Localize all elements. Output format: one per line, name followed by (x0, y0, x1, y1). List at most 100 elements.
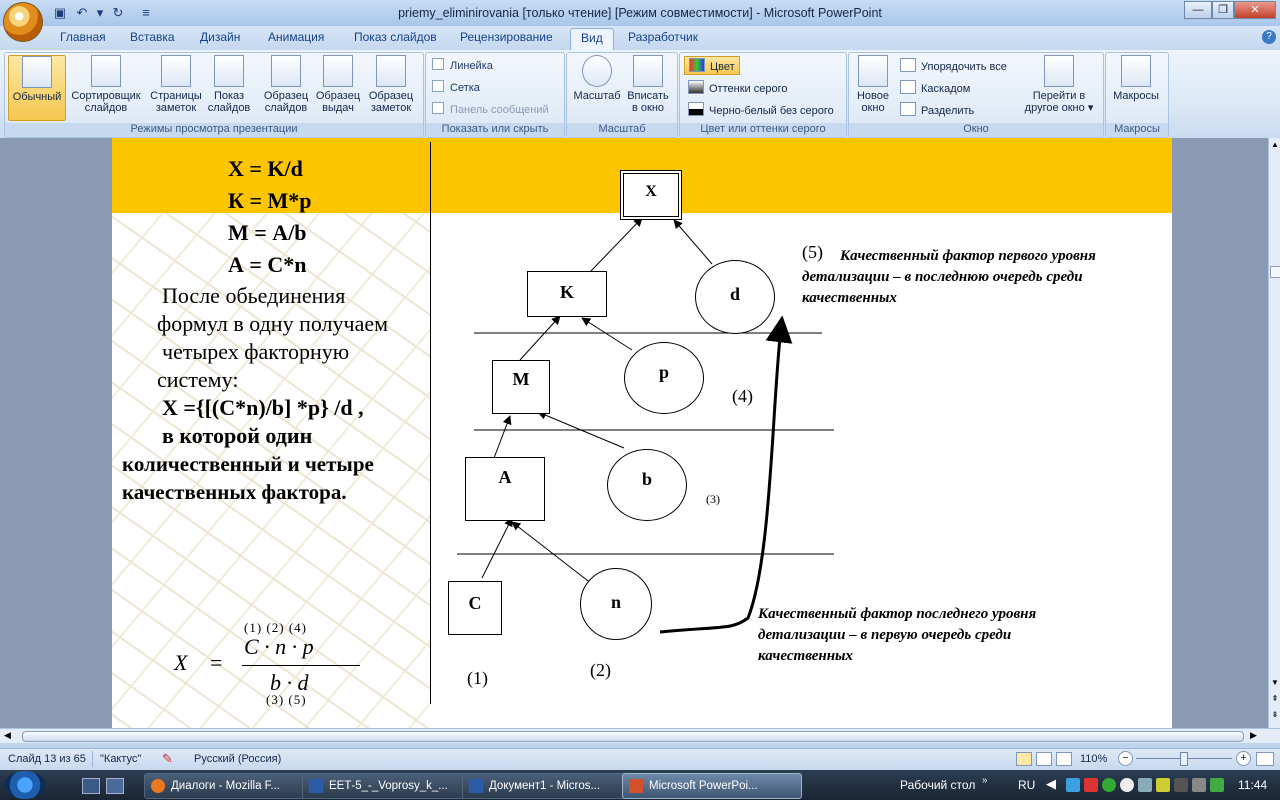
new-window-label-1: Новое (856, 90, 890, 102)
tab-insert[interactable]: Вставка (130, 30, 175, 48)
slide-master-button[interactable]: Образец слайдов (260, 55, 312, 114)
scroll-down-icon[interactable]: ▼ (1270, 678, 1280, 688)
scroll-left-icon[interactable]: ◀ (4, 730, 11, 741)
notes-page-label-2: заметок (155, 102, 197, 114)
switch-window-icon (1044, 55, 1074, 87)
notes-page-button[interactable]: Страницы заметок (148, 55, 204, 114)
scroll-right-icon[interactable]: ▶ (1250, 730, 1257, 741)
tray-power-icon[interactable] (1192, 778, 1206, 792)
split-button[interactable]: Разделить (900, 102, 974, 117)
grayscale-button[interactable]: Оттенки серого (688, 80, 787, 95)
tray-update-icon[interactable] (1102, 778, 1116, 792)
new-window-icon (858, 55, 888, 87)
zoom-out-icon[interactable]: − (1118, 751, 1133, 766)
tab-developer[interactable]: Разработчик (628, 30, 698, 48)
zoom-slider-thumb[interactable] (1180, 752, 1188, 766)
normal-view-status-icon[interactable] (1016, 752, 1032, 766)
tray-folder-icon[interactable] (1156, 778, 1170, 792)
tab-design[interactable]: Дизайн (200, 30, 240, 48)
tray-expand-icon[interactable]: ◀ (1046, 776, 1056, 792)
horizontal-scrollbar[interactable]: ◀ ▶ (0, 728, 1280, 743)
next-slide-icon[interactable]: ⇟ (1270, 710, 1280, 720)
group-color-label: Цвет или оттенки серого (680, 123, 846, 137)
taskbar-item-word-2[interactable]: Документ1 - Micros... (462, 773, 642, 799)
cascade-button[interactable]: Каскадом (900, 80, 970, 95)
tab-view[interactable]: Вид (570, 28, 614, 51)
black-white-button[interactable]: Черно-белый без серого (688, 102, 834, 117)
notes-master-label-1: Образец (368, 90, 414, 102)
tray-app-icon[interactable] (1138, 778, 1152, 792)
tray-volume-icon[interactable] (1174, 778, 1188, 792)
message-bar-checkbox-box (432, 102, 444, 114)
vertical-scrollbar[interactable]: ▲ ▼ ⇞ ⇟ (1268, 138, 1280, 728)
taskbar-item-powerpoint[interactable]: Microsoft PowerPoi... (622, 773, 802, 799)
tray-antivirus-icon[interactable] (1084, 778, 1098, 792)
zoom-level[interactable]: 110% (1080, 753, 1107, 765)
office-button[interactable] (3, 2, 43, 42)
taskbar-item-firefox[interactable]: Диалоги - Mozilla F... (144, 773, 322, 799)
language-indicator[interactable]: Русский (Россия) (194, 753, 281, 765)
message-bar-checkbox[interactable]: Панель сообщений (432, 102, 549, 116)
grayscale-label: Оттенки серого (709, 83, 788, 95)
slideshow-button[interactable]: Показ слайдов (204, 55, 254, 114)
slide-workarea: X = K/d К = М*р М = А/b А = С*n После об… (0, 138, 1268, 728)
grid-checkbox[interactable]: Сетка (432, 80, 480, 94)
switch-window-button[interactable]: Перейти в другое окно ▾ (1018, 55, 1100, 114)
slideshow-status-icon[interactable] (1056, 752, 1072, 766)
horizontal-scroll-thumb[interactable] (22, 731, 1244, 742)
powerpoint-icon (629, 779, 643, 793)
slide-master-icon (271, 55, 301, 87)
sorter-view-status-icon[interactable] (1036, 752, 1052, 766)
scroll-up-icon[interactable]: ▲ (1270, 140, 1280, 150)
new-window-button[interactable]: Новое окно (850, 55, 896, 114)
zoom-in-icon[interactable]: + (1236, 751, 1251, 766)
status-divider (92, 751, 93, 767)
notes-master-icon (376, 55, 406, 87)
ruler-checkbox[interactable]: Линейка (432, 58, 493, 72)
minimize-button[interactable]: — (1184, 1, 1212, 19)
normal-view-label: Обычный (12, 91, 62, 103)
close-button[interactable]: ✕ (1234, 1, 1276, 19)
slide-sorter-button[interactable]: Сортировщик слайдов (66, 55, 146, 114)
normal-view-button[interactable]: Обычный (8, 55, 66, 121)
ruler-label: Линейка (450, 60, 493, 72)
slide-canvas[interactable]: X = K/d К = М*р М = А/b А = С*n После об… (112, 138, 1172, 728)
toolbar-expand-icon[interactable]: » (982, 775, 988, 786)
color-label: Цвет (710, 61, 735, 73)
tray-display-icon[interactable] (1210, 778, 1224, 792)
notes-master-button[interactable]: Образец заметок (364, 55, 418, 114)
tray-help-icon[interactable] (1120, 778, 1134, 792)
fit-window-button[interactable]: Вписать в окно (622, 55, 674, 114)
start-button[interactable] (4, 771, 46, 799)
switch-windows-icon[interactable] (106, 778, 124, 794)
tab-slideshow[interactable]: Показ слайдов (354, 30, 437, 48)
color-button[interactable]: Цвет (684, 56, 740, 75)
note-last-level: Качественный фактор последнего уровня де… (758, 606, 1037, 664)
new-window-label-2: окно (861, 102, 885, 114)
ruler-checkbox-box (432, 58, 444, 70)
word-icon (469, 779, 483, 793)
zoom-button[interactable]: Масштаб (570, 55, 624, 102)
tab-animation[interactable]: Анимация (268, 30, 324, 48)
desktop-toolbar[interactable]: Рабочий стол (900, 778, 975, 792)
tab-review[interactable]: Рецензирование (460, 30, 553, 48)
node-k: K (527, 271, 607, 317)
clock[interactable]: 11:44 (1238, 778, 1267, 792)
tray-network-icon[interactable] (1066, 778, 1080, 792)
zoom-label: Масштаб (573, 90, 621, 102)
arrange-all-button[interactable]: Упорядочить все (900, 58, 1007, 73)
help-icon[interactable]: ? (1262, 30, 1276, 44)
taskbar-item-word-1[interactable]: ЕЕТ-5_-_Voprosy_k_... (302, 773, 482, 799)
node-a: A (465, 457, 545, 521)
tab-home[interactable]: Главная (60, 30, 106, 48)
spellcheck-icon[interactable]: ✎ (162, 751, 173, 767)
notes-master-label-2: заметок (370, 102, 412, 114)
prev-slide-icon[interactable]: ⇞ (1270, 694, 1280, 704)
vertical-scroll-thumb[interactable] (1270, 266, 1280, 278)
handout-master-button[interactable]: Образец выдач (312, 55, 364, 114)
macros-button[interactable]: Макросы (1108, 55, 1164, 102)
show-desktop-icon[interactable] (82, 778, 100, 794)
restore-button[interactable]: ❐ (1212, 1, 1234, 19)
fit-slide-icon[interactable] (1256, 752, 1274, 766)
language-bar[interactable]: RU (1018, 778, 1035, 792)
